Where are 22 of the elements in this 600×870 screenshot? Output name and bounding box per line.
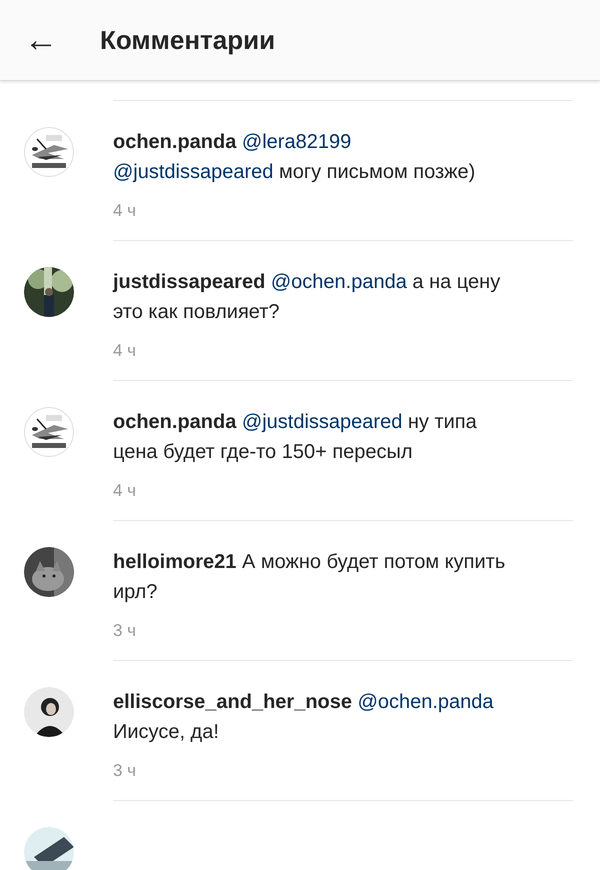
back-button[interactable]: ←	[24, 23, 58, 57]
mention-link[interactable]: @ochen.panda	[270, 271, 407, 293]
comment-time: 4 ч	[113, 201, 136, 221]
comment-time: 4 ч	[113, 341, 136, 361]
comment-text: elliscorse_and_her_nose @ochen.panda Иисусе, да!	[113, 690, 495, 745]
username-link[interactable]: helloimore21	[113, 551, 236, 573]
username-link[interactable]: elliscorse_and_her_nose	[113, 691, 352, 713]
username-link[interactable]: justdissapeared	[113, 271, 266, 293]
mention-link[interactable]: @justdissapeared	[113, 161, 274, 183]
comment-time: 3 ч	[113, 761, 136, 781]
username-link[interactable]: ochen.panda	[113, 131, 236, 153]
comment-text: justdissapeared @ochen.panda а на цену это как повлияет?	[113, 270, 502, 325]
mention-link[interactable]: @lera82199	[242, 131, 352, 153]
username-link[interactable]: ochen.panda	[113, 411, 236, 433]
comment-text: ochen.panda @justdissapeared ну типа цена будет где-то 150+ пересыл	[113, 410, 478, 465]
comment-text: helloimore21 А можно будет потом купить ирл?	[113, 550, 506, 605]
comment-time: 4 ч	[113, 481, 136, 501]
page-title: Комментарии	[100, 24, 276, 56]
comment-time: 3 ч	[113, 621, 136, 641]
mention-link[interactable]: @justdissapeared	[242, 411, 402, 433]
comment-text: ochen.panda @lera82199 @justdissapeared могу письмом позже)	[113, 130, 476, 185]
mention-link[interactable]: @ochen.panda	[358, 691, 494, 713]
